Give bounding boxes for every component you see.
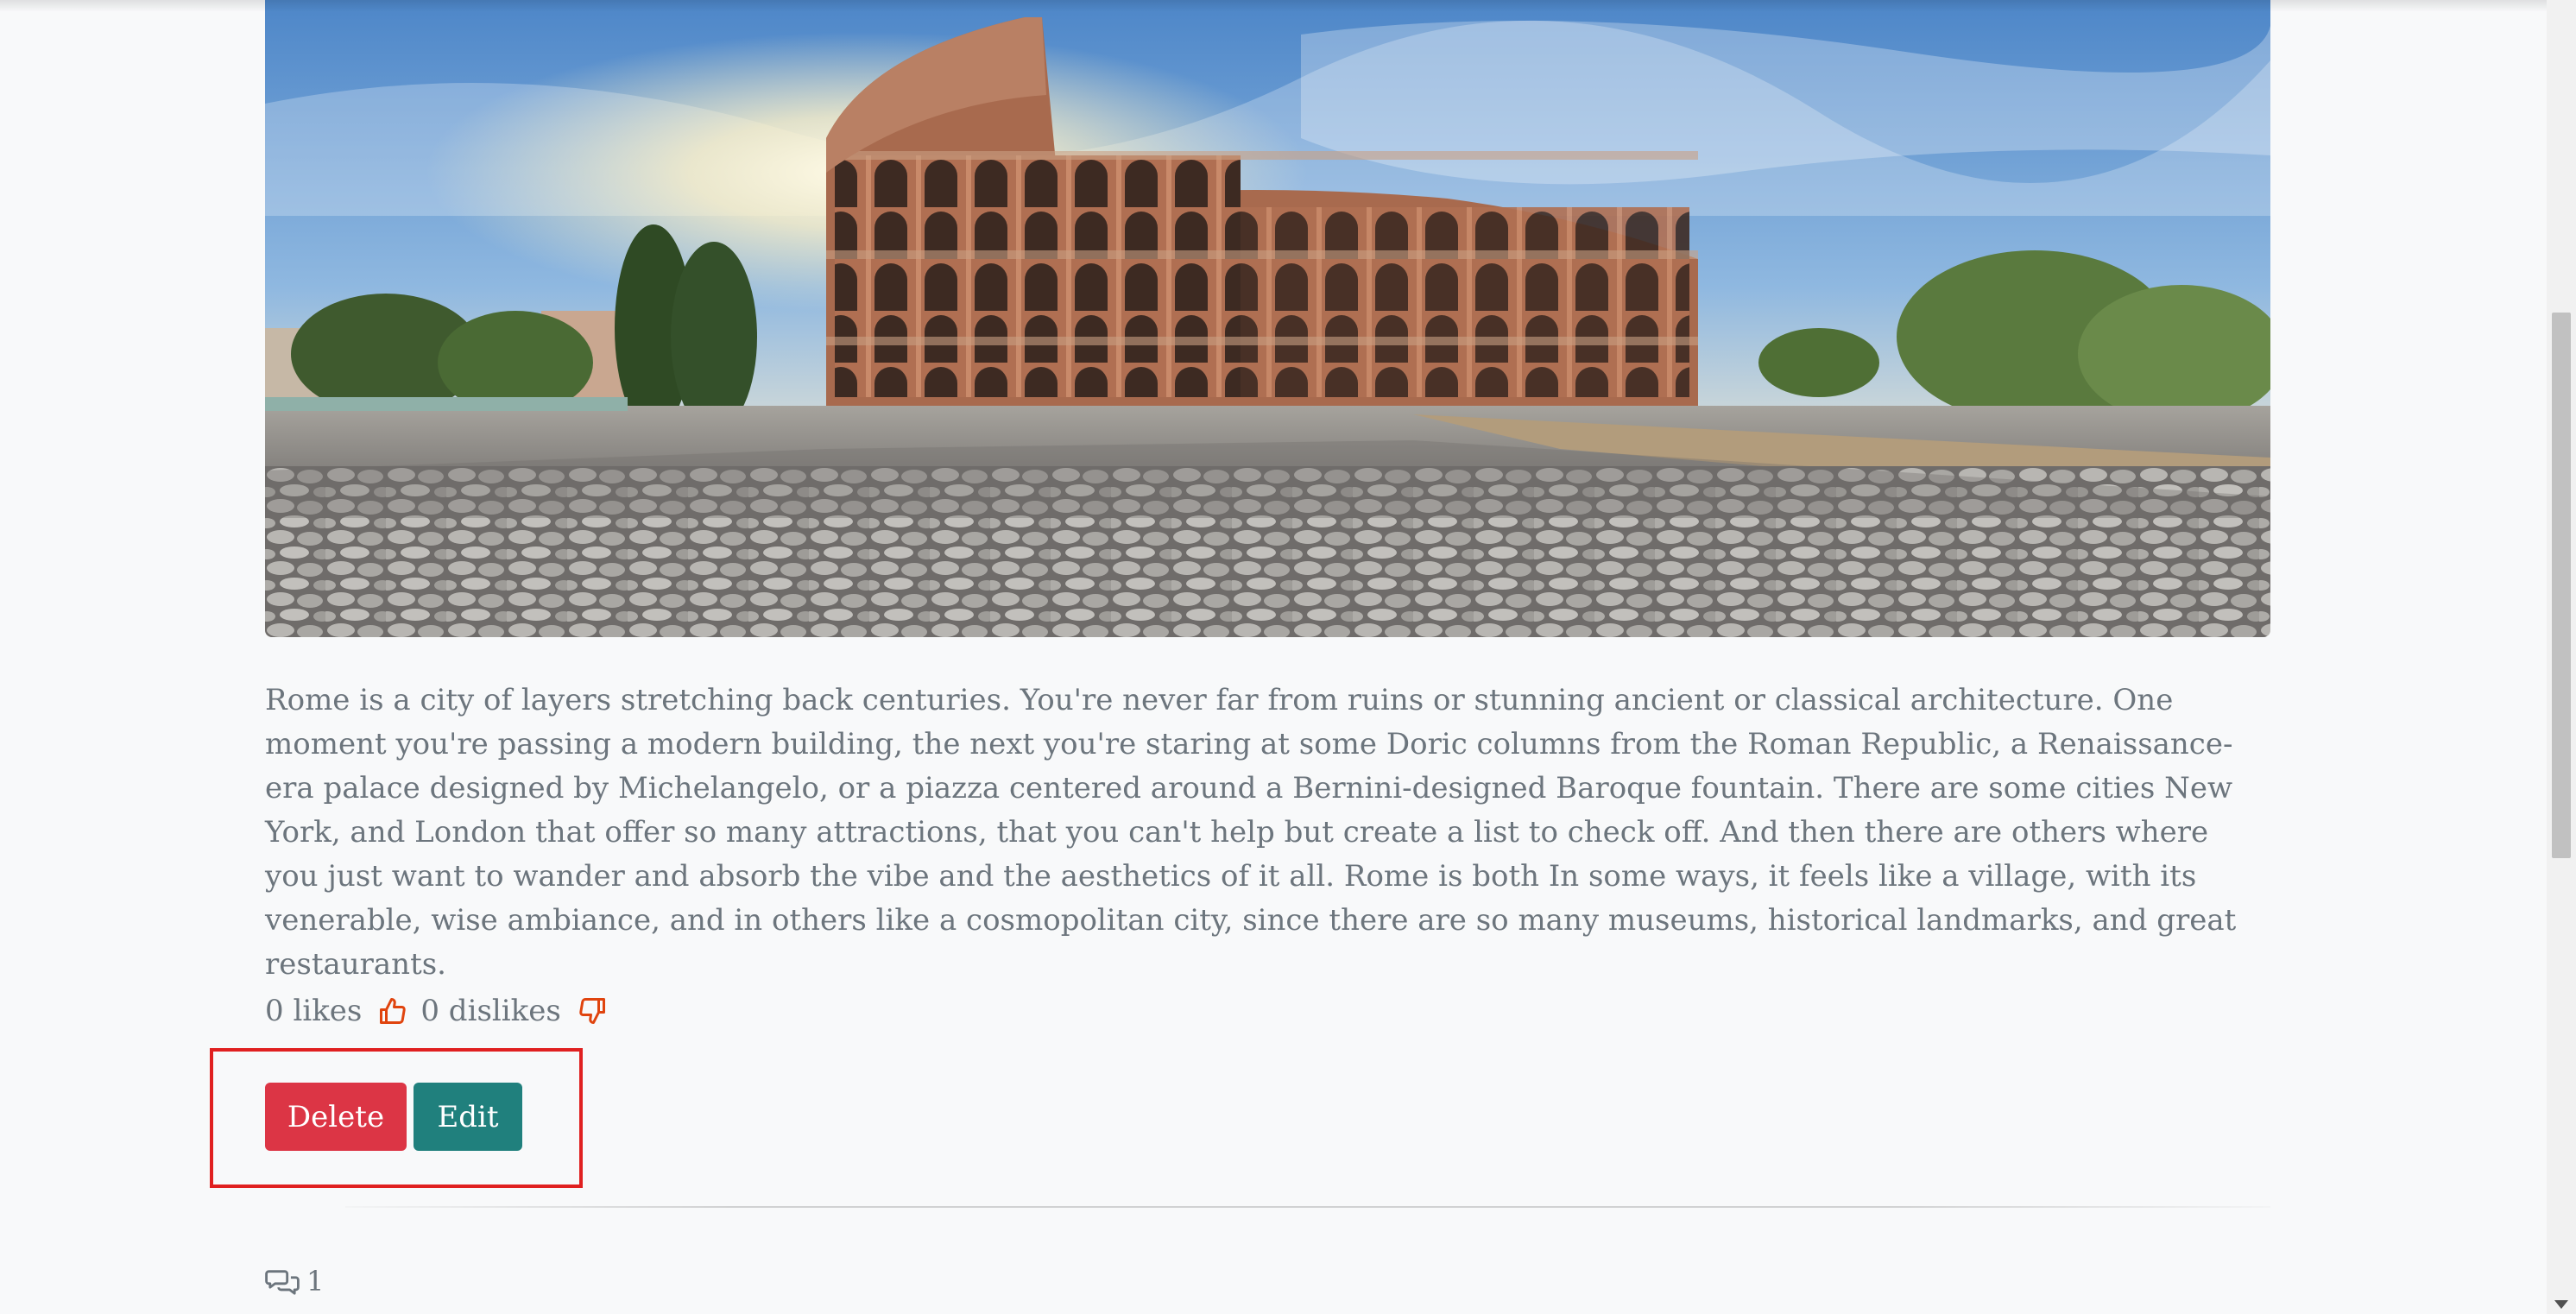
chat-bubbles-icon [265, 1267, 300, 1296]
post-description: Rome is a city of layers stretching back… [265, 683, 2237, 982]
navbar-shadow [0, 0, 2547, 12]
divider [345, 1206, 2270, 1208]
scroll-down-arrow-icon[interactable] [2554, 1300, 2568, 1309]
edit-button[interactable]: Edit [414, 1083, 522, 1151]
reactions-bar: 0 likes 0 dislikes [265, 989, 620, 1033]
delete-button[interactable]: Delete [265, 1083, 407, 1151]
post-image [265, 0, 2270, 637]
comments-count: 1 [306, 1265, 325, 1298]
scrollbar-thumb[interactable] [2552, 313, 2571, 858]
comments-summary[interactable]: 1 [265, 1265, 324, 1298]
dislikes-count: 0 dislikes [420, 994, 561, 1028]
thumbs-down-icon[interactable] [577, 995, 608, 1027]
likes-count: 0 likes [265, 994, 363, 1028]
page-scrollbar[interactable] [2547, 0, 2576, 1314]
thumbs-up-icon[interactable] [377, 995, 408, 1027]
